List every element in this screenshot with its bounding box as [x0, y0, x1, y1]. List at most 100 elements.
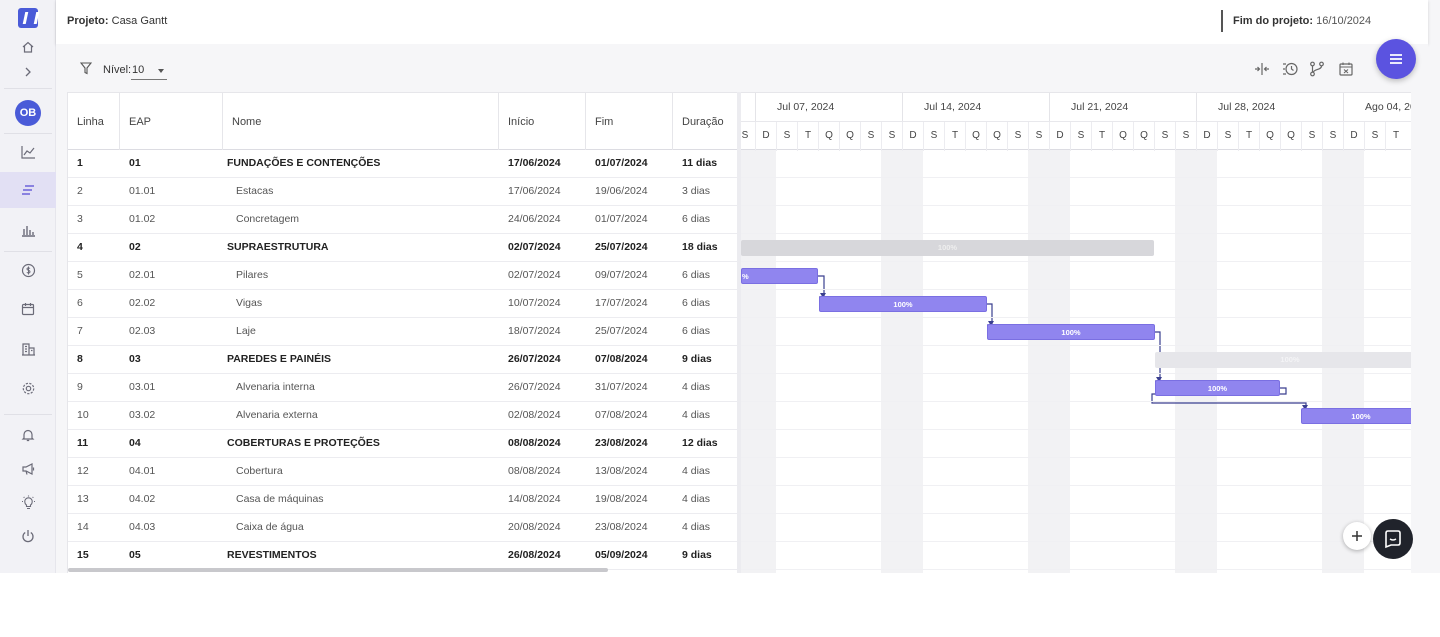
project-title: Projeto: Casa Gantt [67, 15, 167, 27]
sidebar-item-finance[interactable] [0, 252, 56, 288]
sidebar-item-companies[interactable] [0, 331, 56, 367]
day-label: S [1364, 122, 1385, 151]
task-bar[interactable]: 100% [987, 324, 1155, 340]
gantt-row-line [741, 513, 1411, 514]
table-row[interactable]: 5 02.01 Pilares 02/07/2024 09/07/2024 6 dias [68, 262, 738, 290]
table-row[interactable]: 11 04 COBERTURAS E PROTEÇÕES 08/08/2024 23/0… [68, 430, 738, 458]
table-row[interactable]: 15 05 REVESTIMENTOS 26/08/2024 05/09/2024 9 d… [68, 542, 738, 570]
cell-line: 2 [77, 185, 83, 197]
cell-eap: 02 [129, 241, 141, 253]
cell-duration: 12 dias [682, 437, 718, 449]
task-bar[interactable]: 100% [1155, 380, 1280, 396]
day-label: S [1322, 122, 1343, 151]
day-label: D [1049, 122, 1070, 151]
day-label: S [1175, 122, 1196, 151]
cell-name: FUNDAÇÕES E CONTENÇÕES [227, 157, 381, 169]
filter-icon[interactable] [80, 62, 92, 75]
gantt-row-line [741, 289, 1411, 290]
cell-line: 15 [77, 549, 89, 561]
cell-start: 02/07/2024 [508, 241, 561, 253]
table-row[interactable]: 4 02 SUPRAESTRUTURA 02/07/2024 25/07/2024 18 … [68, 234, 738, 262]
table-row[interactable]: 8 03 PAREDES E PAINÉIS 26/07/2024 07/08/2024… [68, 346, 738, 374]
baseline-clock-icon[interactable] [1281, 60, 1299, 78]
announcements-button[interactable] [0, 451, 56, 487]
sidebar-item-calendar[interactable] [0, 291, 56, 327]
table-row[interactable]: 1 01 FUNDAÇÕES E CONTENÇÕES 17/06/2024 01/07… [68, 150, 738, 178]
day-label: S [1070, 122, 1091, 151]
cell-duration: 18 dias [682, 241, 718, 253]
day-label: T [1385, 122, 1406, 151]
table-row[interactable]: 2 01.01 Estacas 17/06/2024 19/06/2024 3 dias [68, 178, 738, 206]
bell-icon [21, 429, 35, 442]
user-avatar-button[interactable]: OB [0, 95, 56, 131]
column-header-duration[interactable]: Duração [673, 93, 738, 150]
expand-sidebar-button[interactable] [0, 54, 56, 90]
level-select[interactable]: 10 [131, 62, 167, 80]
day-label: T [1238, 122, 1259, 151]
avatar: OB [15, 100, 41, 126]
logout-button[interactable] [0, 518, 56, 554]
cell-line: 5 [77, 269, 83, 281]
summary-bar[interactable]: 100% [741, 240, 1154, 256]
collapse-columns-icon[interactable] [1253, 60, 1271, 78]
cell-name: Alvenaria interna [236, 381, 315, 393]
add-fab-button[interactable] [1343, 522, 1371, 550]
gantt-row-line [741, 429, 1411, 430]
table-row[interactable]: 12 04.01 Cobertura 08/08/2024 13/08/2024 4 di… [68, 458, 738, 486]
cell-duration: 6 dias [682, 213, 711, 225]
column-header-start[interactable]: Início [499, 93, 586, 150]
sidebar-item-reports[interactable] [0, 212, 56, 248]
day-scale: SDSTQQSSDSTQQSSDSTQQSSDSTQQSSDST [741, 121, 1411, 151]
cell-eap: 01.01 [129, 185, 156, 197]
column-header-name[interactable]: Nome [223, 93, 499, 150]
summary-bar[interactable]: 100% [1155, 352, 1411, 368]
week-label: Jul 14, 2024 [902, 93, 1049, 121]
cell-start: 02/07/2024 [508, 269, 561, 281]
notifications-button[interactable] [0, 417, 56, 453]
column-header-end[interactable]: Fim [586, 93, 673, 150]
gantt-row-line [741, 205, 1411, 206]
table-row[interactable]: 14 04.03 Caixa de água 20/08/2024 23/08/2024… [68, 514, 738, 542]
cell-eap: 04.02 [129, 493, 156, 505]
chat-support-button[interactable] [1373, 519, 1413, 559]
table-row[interactable]: 10 03.02 Alvenaria externa 02/08/2024 07/08/… [68, 402, 738, 430]
critical-path-icon[interactable] [1308, 60, 1326, 78]
chevron-down-icon [158, 69, 164, 73]
table-horizontal-scrollbar[interactable] [68, 568, 608, 572]
day-label: D [1343, 122, 1364, 151]
cell-eap: 05 [129, 549, 141, 561]
gantt-icon [22, 185, 34, 195]
column-header-line[interactable]: Linha [68, 93, 120, 150]
chat-icon [1385, 530, 1401, 549]
logo-icon [18, 8, 38, 28]
sidebar-item-settings[interactable] [0, 370, 56, 406]
task-bar[interactable]: 100% [819, 296, 987, 312]
day-label: S [1007, 122, 1028, 151]
cell-eap: 02.02 [129, 297, 156, 309]
cell-start: 08/08/2024 [508, 437, 561, 449]
today-calendar-icon[interactable] [1337, 60, 1355, 78]
ideas-button[interactable] [0, 484, 56, 520]
day-label: Q [1133, 122, 1154, 151]
cell-name: PAREDES E PAINÉIS [227, 353, 332, 365]
sidebar-item-dashboard[interactable] [0, 134, 56, 170]
cell-duration: 4 dias [682, 409, 711, 421]
table-row[interactable]: 6 02.02 Vigas 10/07/2024 17/07/2024 6 dias [68, 290, 738, 318]
cell-end: 25/07/2024 [595, 325, 648, 337]
sidebar-item-gantt[interactable] [0, 172, 56, 208]
table-row[interactable]: 9 03.01 Alvenaria interna 26/07/2024 31/07/2… [68, 374, 738, 402]
cell-name: SUPRAESTRUTURA [227, 241, 329, 253]
task-bar[interactable]: 100% [1301, 408, 1411, 424]
table-row[interactable]: 13 04.02 Casa de máquinas 14/08/2024 19/08/2… [68, 486, 738, 514]
cell-end: 05/09/2024 [595, 549, 648, 561]
menu-fab-button[interactable] [1376, 39, 1416, 79]
cell-line: 1 [77, 157, 83, 169]
cell-name: Pilares [236, 269, 269, 281]
cell-start: 26/07/2024 [508, 353, 561, 365]
gantt-row-line [741, 373, 1411, 374]
column-header-eap[interactable]: EAP [120, 93, 223, 150]
task-bar[interactable]: % [741, 268, 818, 284]
project-end-date: 16/10/2024 [1316, 15, 1372, 27]
table-row[interactable]: 3 01.02 Concretagem 24/06/2024 01/07/2024 6 d… [68, 206, 738, 234]
table-row[interactable]: 7 02.03 Laje 18/07/2024 25/07/2024 6 dias [68, 318, 738, 346]
